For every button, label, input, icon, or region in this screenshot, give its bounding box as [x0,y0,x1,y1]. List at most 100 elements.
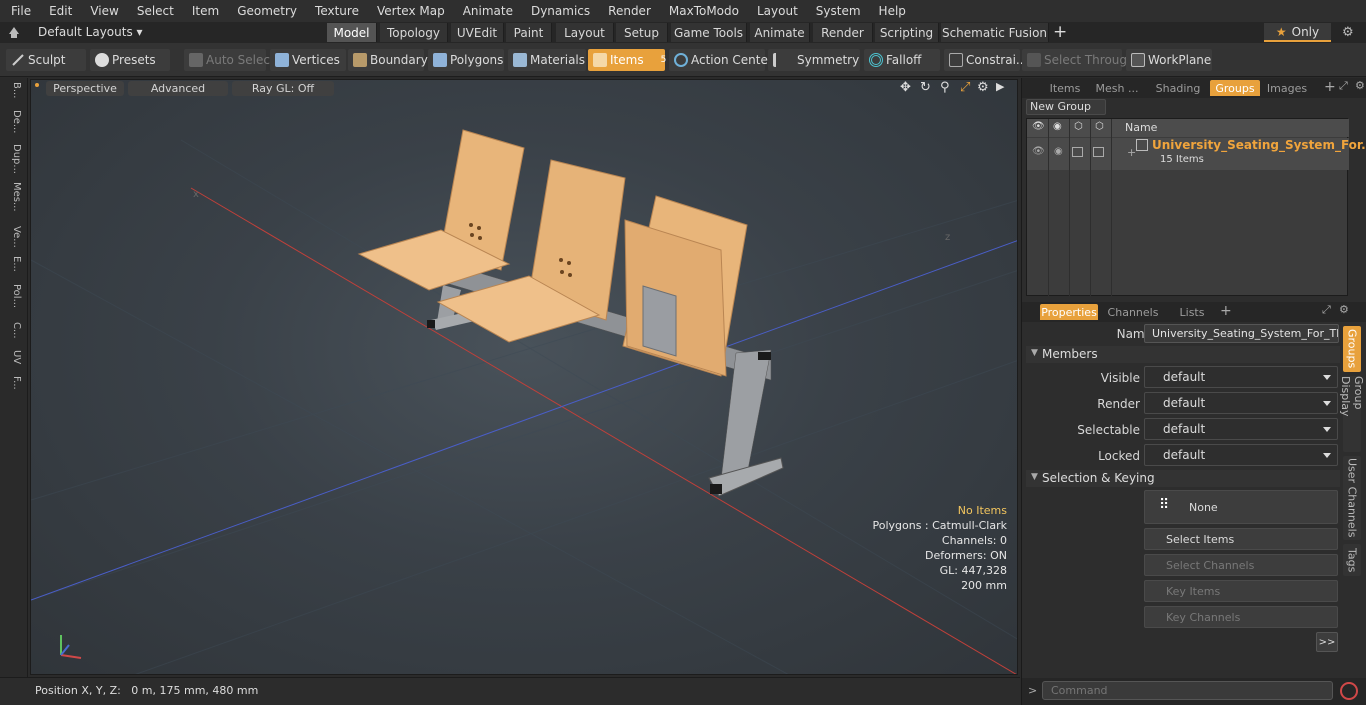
group-visibility-icon[interactable]: 👁 [1032,146,1045,157]
prop-maximize-icon[interactable]: ⤢ [1322,303,1331,317]
menu-render[interactable]: Render [608,4,651,18]
menu-layout[interactable]: Layout [757,4,798,18]
prop-tab-channels[interactable]: Channels [1104,304,1162,320]
selectable-select[interactable]: default [1144,418,1338,440]
items-button[interactable]: Items 5 [588,49,666,71]
select-through-button[interactable]: Select Through [1022,49,1135,71]
menu-help[interactable]: Help [879,4,906,18]
3d-viewport[interactable]: x z [30,79,1018,675]
advanced-button[interactable]: Advanced [128,81,228,96]
rotate-icon[interactable]: ↻ [920,80,931,95]
viewport-gear-icon[interactable]: ⚙ [977,80,989,95]
left-tab-2[interactable]: Dup... [4,144,22,174]
add-tab-plus-icon[interactable]: + [1324,79,1336,95]
menu-edit[interactable]: Edit [49,4,72,18]
add-tab-icon[interactable]: + [1053,23,1067,41]
perspective-button[interactable]: Perspective [46,81,124,96]
mode-tab-schematic-fusion[interactable]: Schematic Fusion [941,23,1049,42]
command-input[interactable] [1042,681,1333,700]
left-tab-0[interactable]: B... [4,82,22,98]
menu-view[interactable]: View [90,4,118,18]
panel-tab-images[interactable]: Images [1265,80,1309,96]
selection-keying-section[interactable]: ▼ Selection & Keying [1026,470,1340,487]
left-tab-6[interactable]: Pol... [4,284,22,308]
pan-icon[interactable]: ✥ [900,80,911,95]
mode-tab-paint[interactable]: Paint [506,23,552,42]
menu-texture[interactable]: Texture [315,4,359,18]
layout-selector[interactable]: Default Layouts ▾ [38,25,143,39]
left-tab-9[interactable]: F... [4,376,22,390]
mode-tab-model[interactable]: Model [327,23,377,42]
polygons-button[interactable]: Polygons [428,49,504,71]
mode-tab-render[interactable]: Render [813,23,873,42]
group-select-toggle[interactable] [1093,147,1104,157]
menu-select[interactable]: Select [137,4,174,18]
viewport-options-icon[interactable] [35,83,39,87]
left-tab-3[interactable]: Mes... [4,182,22,212]
symmetry-button[interactable]: Symmetry [768,49,860,71]
menu-animate[interactable]: Animate [463,4,513,18]
menu-vertex-map[interactable]: Vertex Map [377,4,445,18]
maximize-icon[interactable]: ⤢ [1339,79,1348,93]
menu-dynamics[interactable]: Dynamics [531,4,590,18]
menu-file[interactable]: File [11,4,31,18]
none-button[interactable]: ⠿ None [1144,490,1338,524]
menu-item[interactable]: Item [192,4,219,18]
panel-gear-icon[interactable]: ⚙ [1355,79,1365,92]
only-toggle[interactable]: ★ Only [1264,23,1331,42]
presets-button[interactable]: Presets [90,49,170,71]
expand-icon[interactable]: + [1127,146,1136,159]
more-button[interactable]: >> [1316,632,1338,652]
side-tab-group-display[interactable]: Group Display [1339,376,1365,452]
raygl-button[interactable]: Ray GL: Off [232,81,334,96]
zoom-icon[interactable]: ⚲ [940,80,950,95]
left-tab-8[interactable]: UV [4,350,22,364]
mode-tab-setup[interactable]: Setup [616,23,668,42]
menu-geometry[interactable]: Geometry [237,4,297,18]
group-render-icon[interactable]: ◉ [1054,146,1063,157]
add-prop-tab-icon[interactable]: + [1220,303,1232,319]
panel-tab-shading[interactable]: Shading [1152,80,1204,96]
key-items-button[interactable]: Key Items [1144,580,1338,602]
workplane-button[interactable]: WorkPlane [1126,49,1212,71]
menu-system[interactable]: System [816,4,861,18]
materials-button[interactable]: Materials [508,49,586,71]
select-channels-button[interactable]: Select Channels [1144,554,1338,576]
mode-tab-uvedit[interactable]: UVEdit [451,23,504,42]
mode-tab-game-tools[interactable]: Game Tools [671,23,747,42]
select-items-button[interactable]: Select Items [1144,528,1338,550]
left-tab-1[interactable]: De... [4,110,22,133]
group-lock-toggle[interactable] [1072,147,1083,157]
locked-select[interactable]: default [1144,444,1338,466]
boundary-button[interactable]: Boundary [348,49,428,71]
menu-maxtomodo[interactable]: MaxToModo [669,4,739,18]
record-icon[interactable] [1340,682,1358,700]
left-tab-7[interactable]: C... [4,322,22,339]
mode-tab-topology[interactable]: Topology [380,23,448,42]
key-channels-button[interactable]: Key Channels [1144,606,1338,628]
left-tab-5[interactable]: E... [4,256,22,272]
mode-tab-scripting[interactable]: Scripting [875,23,939,42]
falloff-button[interactable]: Falloff [864,49,940,71]
layout-menu-icon[interactable] [8,25,20,39]
side-tab-tags[interactable]: Tags [1343,544,1361,576]
new-group-button[interactable]: New Group [1026,99,1106,115]
group-name-field[interactable]: University_Seating_System_For_Thre [1144,324,1339,343]
panel-tab-items[interactable]: Items [1044,80,1086,96]
action-center-button[interactable]: Action Center [669,49,773,71]
panel-tab-groups[interactable]: Groups [1210,80,1260,96]
mode-tab-animate[interactable]: Animate [750,23,810,42]
prop-gear-icon[interactable]: ⚙ [1339,303,1349,316]
mode-tab-layout[interactable]: Layout [556,23,614,42]
members-section[interactable]: ▼ Members [1026,346,1340,363]
auto-select-button[interactable]: Auto Select [184,49,275,71]
group-row[interactable]: 👁 ◉ + University_Seating_System_For... 1… [1027,138,1366,170]
panel-tab-mesh[interactable]: Mesh ... [1092,80,1142,96]
side-tab-groups[interactable]: Groups [1343,326,1361,372]
viewport-menu-icon[interactable]: ▶ [996,80,1004,93]
group-name[interactable]: University_Seating_System_For... [1152,138,1366,152]
constraints-button[interactable]: Constrai... [944,49,1027,71]
seating-model[interactable] [357,129,784,497]
prop-tab-properties[interactable]: Properties [1040,304,1098,320]
left-tab-4[interactable]: Ve... [4,226,22,248]
